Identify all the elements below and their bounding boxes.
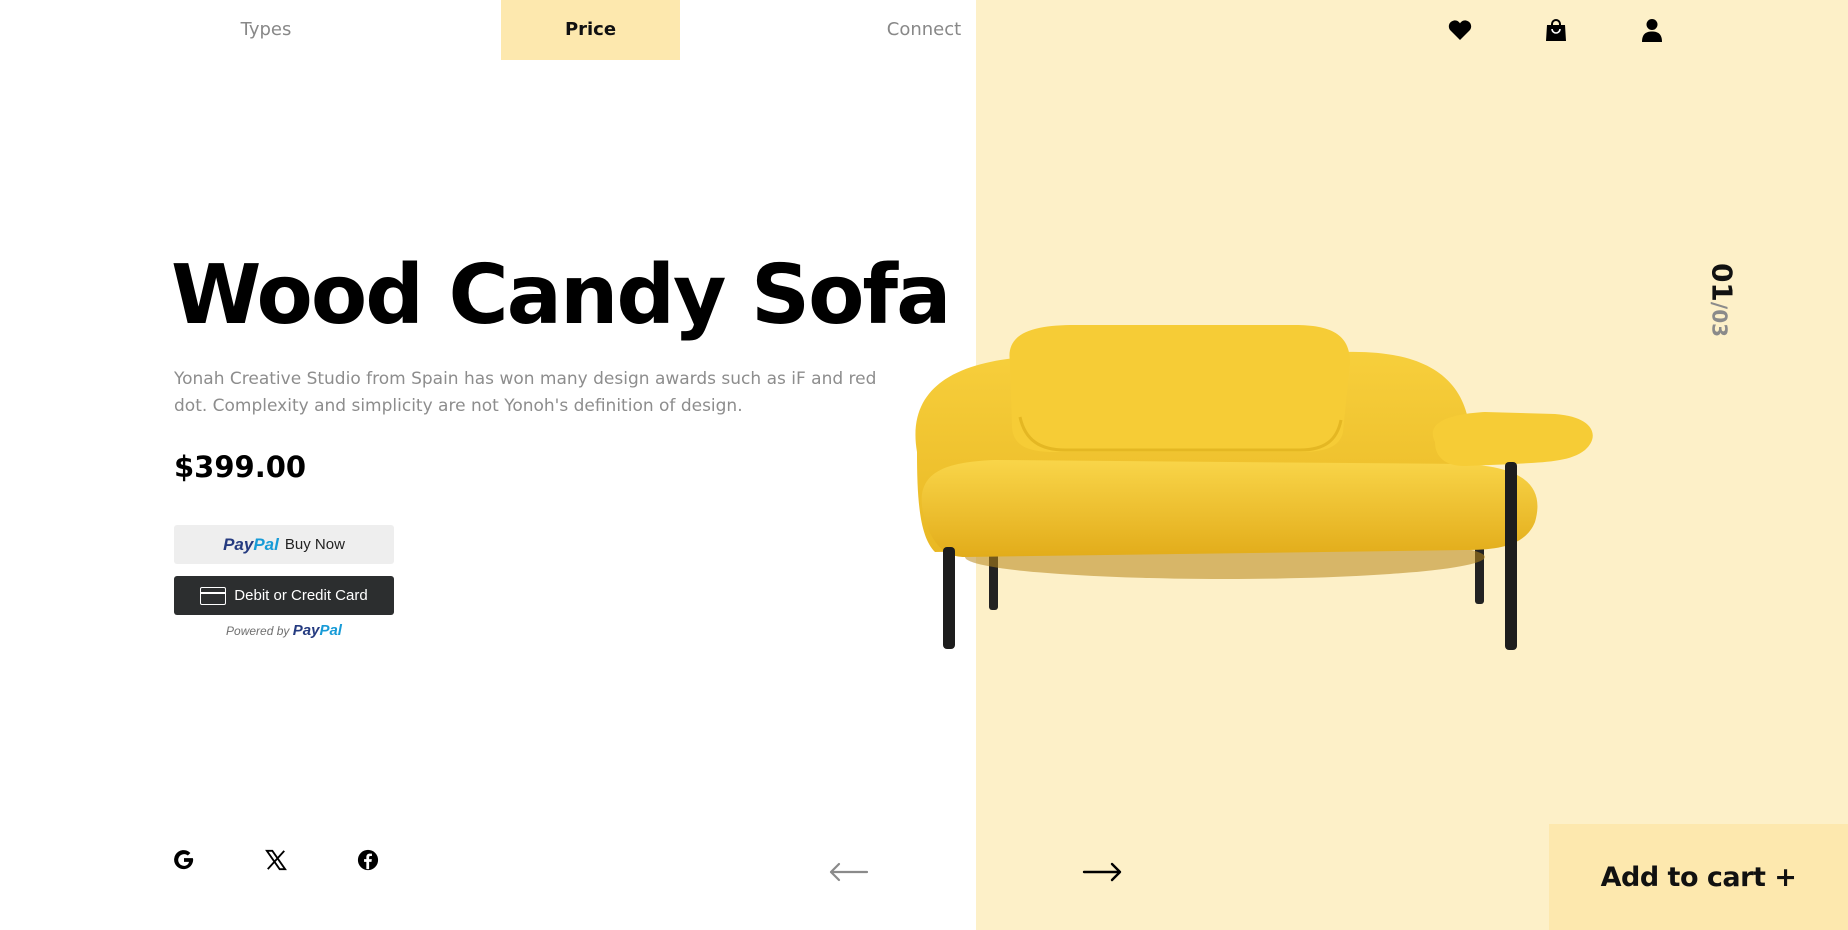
debit-credit-card-button[interactable]: Debit or Credit Card xyxy=(174,576,394,615)
slide-counter: 01/03 xyxy=(1704,262,1740,338)
slide-current: 01 xyxy=(1705,262,1739,302)
paypal-logo: PayPal xyxy=(223,534,279,554)
paypal-logo: PayPal xyxy=(292,622,342,639)
powered-by-paypal: Powered by PayPal xyxy=(226,622,342,639)
prev-arrow-icon[interactable] xyxy=(827,858,869,886)
paypal-buy-now-button[interactable]: PayPal Buy Now xyxy=(174,525,394,564)
google-icon[interactable] xyxy=(172,848,196,872)
credit-card-icon xyxy=(200,586,227,605)
top-nav: Types Price Connect xyxy=(0,0,976,60)
nav-item-types[interactable]: Types xyxy=(196,0,336,60)
nav-item-connect[interactable]: Connect xyxy=(858,0,990,60)
heart-icon[interactable] xyxy=(1444,14,1476,46)
header-icons xyxy=(1444,14,1668,46)
facebook-icon[interactable] xyxy=(356,848,380,872)
product-description: Yonah Creative Studio from Spain has won… xyxy=(174,369,877,416)
next-arrow-icon[interactable] xyxy=(1082,858,1124,886)
shopping-bag-icon[interactable] xyxy=(1540,14,1572,46)
social-links xyxy=(172,848,380,872)
slide-total: /03 xyxy=(1707,301,1732,338)
product-title: Wood Candy Sofa xyxy=(171,248,951,343)
product-price: $399.00 xyxy=(174,450,307,484)
buy-now-label: Buy Now xyxy=(284,536,345,553)
user-icon[interactable] xyxy=(1636,14,1668,46)
card-button-label: Debit or Credit Card xyxy=(234,587,368,604)
x-icon[interactable] xyxy=(264,848,288,872)
add-to-cart-button[interactable]: Add to cart + xyxy=(1549,824,1848,930)
sofa-image xyxy=(915,325,1593,650)
nav-item-price[interactable]: Price xyxy=(501,0,680,60)
